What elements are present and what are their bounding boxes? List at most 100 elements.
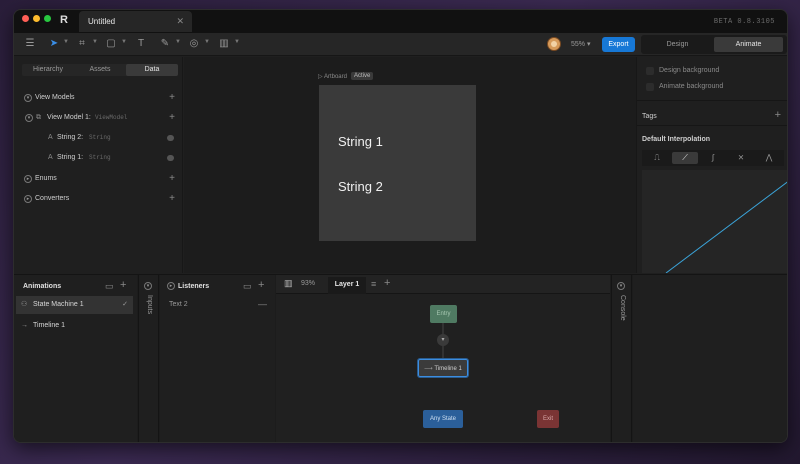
chevron-down-icon[interactable]: ▼: [175, 39, 181, 45]
interpolation-label: Default Interpolation: [642, 136, 711, 143]
properties-panel-bottom: [633, 275, 787, 442]
chevron-down-icon[interactable]: ▾: [144, 282, 152, 290]
chevron-down-icon[interactable]: ▾: [25, 114, 33, 122]
graph-zoom[interactable]: 93%: [301, 280, 315, 287]
interpolation-options: ⎍ ⟋ ∫ ⨯ ⋀: [642, 150, 784, 166]
listeners-title: Listeners: [178, 283, 210, 290]
add-tag-icon[interactable]: +: [775, 109, 781, 121]
state-machine-graph: ▥ 93% Layer 1 ≡ + Entry ▾ ⟶ Timeline 1 A…: [276, 275, 610, 442]
zoom-level[interactable]: 55% ▾: [571, 40, 590, 48]
design-mode-button[interactable]: Design: [643, 37, 712, 52]
divider: [637, 100, 787, 101]
ease-interp-icon[interactable]: ⨯: [728, 152, 754, 164]
transition-chevron-icon[interactable]: ▾: [437, 334, 449, 346]
frame-tool-icon[interactable]: ⌗: [76, 38, 88, 50]
chevron-down-icon[interactable]: ▼: [234, 39, 240, 45]
animate-mode-button[interactable]: Animate: [714, 37, 783, 52]
text-string-1[interactable]: String 1: [338, 134, 383, 149]
string-1-label: String 1:: [57, 154, 84, 161]
string-2-property-row[interactable]: A String 2: String: [14, 131, 183, 145]
add-listener-icon[interactable]: +: [258, 279, 264, 291]
converters-section[interactable]: ▸ Converters +: [14, 192, 183, 206]
rive-logo-icon[interactable]: R: [60, 14, 68, 26]
view-models-section[interactable]: ▾ View Models +: [14, 91, 183, 105]
chevron-down-icon[interactable]: ▼: [92, 39, 98, 45]
add-enum-icon[interactable]: +: [169, 172, 175, 185]
listener-item[interactable]: Text 2: [169, 301, 188, 308]
stage-canvas[interactable]: ▷ Artboard Active String 1 String 2: [184, 57, 636, 273]
timeline-icon: ⟶: [424, 366, 433, 372]
chevron-down-icon[interactable]: ▾: [617, 282, 625, 290]
tab-hierarchy[interactable]: Hierarchy: [22, 64, 74, 76]
inputs-strip[interactable]: ▾ Inputs: [138, 275, 159, 442]
layout-tool-icon[interactable]: ▥: [218, 38, 230, 50]
tags-label: Tags: [642, 113, 657, 120]
document-tab[interactable]: Untitled ✕: [79, 11, 192, 32]
chevron-right-icon[interactable]: ▸: [24, 175, 32, 183]
pen-tool-icon[interactable]: ✎: [159, 38, 171, 50]
bind-link-icon[interactable]: [167, 135, 174, 141]
tab-data[interactable]: Data: [126, 64, 178, 76]
user-avatar[interactable]: [547, 37, 561, 51]
view-model-1-row[interactable]: ▾ ⧉ View Model 1: ViewModel +: [14, 111, 183, 125]
maximize-window-button[interactable]: [44, 15, 51, 22]
timeline-state-node[interactable]: ⟶ Timeline 1: [417, 358, 469, 378]
design-background-swatch[interactable]: [646, 67, 654, 75]
tab-assets[interactable]: Assets: [74, 64, 126, 76]
interpolation-curve-graph[interactable]: [642, 170, 787, 274]
cubic-interp-icon[interactable]: ∫: [700, 152, 726, 164]
entry-node[interactable]: Entry: [430, 305, 457, 323]
checkmark-icon: ✓: [122, 301, 128, 308]
timeline-row[interactable]: → Timeline 1: [16, 317, 133, 335]
elastic-interp-icon[interactable]: ⋀: [756, 152, 782, 164]
remove-listener-icon[interactable]: —: [258, 299, 267, 309]
constraint-tool-icon[interactable]: ◎: [188, 38, 200, 50]
bind-link-icon[interactable]: [167, 155, 174, 161]
select-tool-icon[interactable]: ➤: [48, 38, 60, 50]
chevron-down-icon[interactable]: ▾: [24, 94, 32, 102]
panel-layout-icon[interactable]: ▥: [284, 278, 293, 289]
add-animation-icon[interactable]: +: [120, 279, 126, 291]
animate-background-swatch[interactable]: [646, 83, 654, 91]
layer-list-icon[interactable]: ≡: [371, 279, 376, 289]
chevron-down-icon[interactable]: ▼: [121, 39, 127, 45]
state-machine-row[interactable]: ⚇ State Machine 1 ✓: [16, 296, 133, 314]
close-window-button[interactable]: [22, 15, 29, 22]
artboard[interactable]: String 1 String 2: [319, 85, 476, 241]
view-models-label: View Models: [35, 94, 75, 101]
enums-section[interactable]: ▸ Enums +: [14, 172, 183, 186]
artboard-label[interactable]: ▷ Artboard: [318, 73, 347, 80]
chevron-down-icon[interactable]: ▼: [63, 39, 69, 45]
exit-node[interactable]: Exit: [537, 410, 559, 428]
chevron-right-icon[interactable]: ▸: [167, 282, 175, 290]
layer-tab[interactable]: Layer 1: [328, 277, 366, 294]
any-state-node[interactable]: Any State: [423, 410, 463, 428]
string-2-label: String 2:: [57, 134, 84, 141]
linear-interp-icon[interactable]: ⟋: [672, 152, 698, 164]
linear-curve-line: [665, 181, 787, 274]
string-1-property-row[interactable]: A String 1: String: [14, 151, 183, 165]
add-view-model-icon[interactable]: +: [169, 91, 175, 104]
panel-tabs: Hierarchy Assets Data: [22, 64, 178, 76]
graph-area[interactable]: Entry ▾ ⟶ Timeline 1 Any State Exit: [276, 294, 610, 442]
folder-icon[interactable]: ▭: [243, 281, 252, 292]
text-string-2[interactable]: String 2: [338, 179, 383, 194]
minimize-window-button[interactable]: [33, 15, 40, 22]
right-panel: Design background Animate background Tag…: [636, 57, 787, 274]
timeline-label: Timeline 1: [33, 322, 66, 329]
menu-icon[interactable]: ☰: [24, 38, 36, 50]
console-strip[interactable]: ▾ Console: [611, 275, 632, 442]
folder-icon[interactable]: ▭: [105, 281, 114, 292]
design-background-label: Design background: [659, 67, 720, 74]
document-name: Untitled: [88, 17, 116, 26]
add-converter-icon[interactable]: +: [169, 192, 175, 205]
text-tool-icon[interactable]: T: [135, 38, 147, 50]
add-layer-icon[interactable]: +: [384, 277, 390, 289]
export-button[interactable]: Export: [602, 37, 635, 52]
chevron-down-icon[interactable]: ▼: [204, 39, 210, 45]
hold-interp-icon[interactable]: ⎍: [644, 152, 670, 164]
chevron-right-icon[interactable]: ▸: [24, 195, 32, 203]
rectangle-tool-icon[interactable]: ▢: [105, 38, 117, 50]
add-property-icon[interactable]: +: [169, 111, 175, 124]
close-tab-icon[interactable]: ✕: [176, 16, 184, 27]
